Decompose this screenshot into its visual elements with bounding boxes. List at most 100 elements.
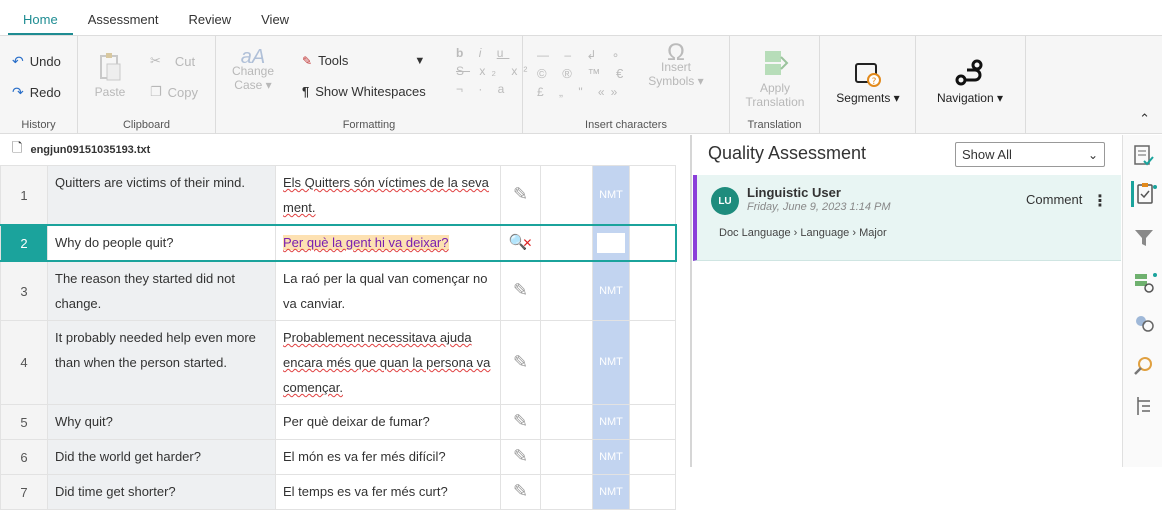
copy-button[interactable]: ❐ Copy xyxy=(150,84,198,100)
segment-number: 7 xyxy=(0,474,48,510)
avatar: LU xyxy=(711,187,739,215)
navigation-button[interactable]: Navigation ▾ xyxy=(920,58,1020,105)
insert-symbols-button[interactable]: Ω Insert Symbols ▾ xyxy=(641,39,711,89)
tab-review[interactable]: Review xyxy=(174,12,247,35)
segment-number: 4 xyxy=(0,320,48,405)
tab-assessment[interactable]: Assessment xyxy=(73,12,174,35)
target-cell[interactable]: Per què la gent hi va deixar? xyxy=(275,224,501,262)
segment-row[interactable]: 7 Did time get shorter? El temps es va f… xyxy=(0,474,676,510)
target-cell[interactable]: El temps es va fer més curt? xyxy=(275,474,501,510)
edit-icon[interactable]: ✎ xyxy=(500,474,541,510)
segment-row[interactable]: 5 Why quit? Per què deixar de fumar? ✎ N… xyxy=(0,404,676,440)
tab-home[interactable]: Home xyxy=(8,12,73,35)
edit-icon[interactable]: ✎ xyxy=(500,320,541,405)
dropdown-arrow-icon: ▼ xyxy=(414,54,426,67)
qa-item-path: Doc Language › Language › Major xyxy=(719,227,887,239)
document-check-icon[interactable] xyxy=(1131,143,1157,169)
segment-number: 6 xyxy=(0,439,48,475)
group-formatting: aA Change Case ▾ ✎ Tools ▼ ¶ Show Whites… xyxy=(216,36,527,134)
misc-format-icon: ¬ · a xyxy=(456,82,511,96)
source-cell: Did time get shorter? xyxy=(47,474,276,510)
change-case-button[interactable]: aA Change Case ▾ xyxy=(228,46,278,92)
apply-translation-icon xyxy=(765,51,789,75)
pane-splitter[interactable] xyxy=(690,135,692,467)
group-history: ↶ Undo ↷ Redo History xyxy=(0,36,78,134)
undo-button[interactable]: ↶ Undo xyxy=(12,53,61,70)
paste-button[interactable]: Paste xyxy=(90,52,130,99)
edit-icon[interactable]: ✎ xyxy=(500,260,541,321)
source-cell: It probably needed help even more than w… xyxy=(47,320,276,405)
qa-item-date: Friday, June 9, 2023 1:14 PM xyxy=(747,201,891,213)
search-icon[interactable] xyxy=(1131,353,1157,379)
more-options-icon[interactable]: ⋮ xyxy=(1092,191,1108,211)
collapse-ribbon-icon[interactable]: ⌃ xyxy=(1139,111,1150,127)
undo-icon: ↶ xyxy=(12,53,24,69)
chevron-down-icon: ▾ xyxy=(265,78,272,92)
file-icon: 🗋 xyxy=(12,140,23,155)
group-label-translation: Translation xyxy=(747,119,802,131)
mt-badge: NMT xyxy=(592,404,630,440)
group-clipboard: Paste ✂ Cut ❐ Copy Clipboard xyxy=(78,36,216,134)
source-cell: Why quit? xyxy=(47,404,276,440)
cut-button[interactable]: ✂ Cut xyxy=(150,53,195,69)
target-cell[interactable]: Probablement necessitava ajuda encara mé… xyxy=(275,320,501,405)
strike-icon: S x₂ x² xyxy=(456,64,534,78)
group-label-clipboard: Clipboard xyxy=(122,119,171,131)
redo-button[interactable]: ↷ Redo xyxy=(12,84,61,101)
side-toolbar xyxy=(1122,135,1162,467)
svg-text:?: ? xyxy=(872,77,877,87)
segment-row[interactable]: 3 The reason they started did not change… xyxy=(0,260,676,321)
qa-panel-title: Quality Assessment xyxy=(708,143,867,163)
chevron-down-icon: ⌄ xyxy=(1087,147,1098,162)
segment-row-selected[interactable]: 2 Why do people quit? Per què la gent hi… xyxy=(0,224,677,262)
mt-badge: NMT xyxy=(592,320,630,405)
text-style-buttons[interactable]: b i u S x₂ x² ¬ · a xyxy=(456,46,533,96)
qa-item-user: Linguistic User xyxy=(747,185,841,200)
mt-badge: NMT xyxy=(592,474,630,510)
tab-view[interactable]: View xyxy=(246,12,304,35)
chevron-down-icon: ▾ xyxy=(997,91,1004,105)
tools-dropdown[interactable]: ✎ Tools ▼ xyxy=(302,53,425,68)
users-icon[interactable] xyxy=(1131,311,1157,337)
tm-indicator-dot xyxy=(1153,273,1157,277)
segment-row[interactable]: 1 Quitters are victims of their mind. El… xyxy=(0,165,676,226)
segments-button[interactable]: ? Segments ▾ xyxy=(824,60,912,105)
target-text-highlight: Per què la gent hi va deixar? xyxy=(283,235,449,250)
segment-number: 5 xyxy=(0,404,48,440)
copy-icon: ❐ xyxy=(150,84,162,99)
segment-grid: 1 Quitters are victims of their mind. El… xyxy=(0,165,677,510)
chevron-down-icon: ▾ xyxy=(893,91,900,105)
group-label-insert-characters: Insert characters xyxy=(585,119,667,131)
segment-row[interactable]: 6 Did the world get harder? El món es va… xyxy=(0,439,676,475)
edit-icon[interactable]: ✎ xyxy=(500,165,541,226)
target-cell[interactable]: El món es va fer més difícil? xyxy=(275,439,501,475)
qa-error-icon[interactable]: 🔍✕ xyxy=(500,224,541,262)
apply-translation-button[interactable]: Apply Translation xyxy=(735,48,815,109)
target-cell[interactable]: La raó per la qual van començar no va ca… xyxy=(275,260,501,321)
group-label-formatting: Formatting xyxy=(342,119,396,131)
qa-item-type: Comment xyxy=(1026,192,1083,207)
target-cell[interactable]: Per què deixar de fumar? xyxy=(275,404,501,440)
target-cell[interactable]: Els Quitters són víctimes de la seva men… xyxy=(275,165,501,226)
source-cell: Why do people quit? xyxy=(47,224,276,262)
segment-row[interactable]: 4 It probably needed help even more than… xyxy=(0,320,676,405)
qa-filter-select[interactable]: Show All ⌄ xyxy=(955,142,1105,167)
ribbon-tabs: Home Assessment Review View xyxy=(0,0,1162,35)
scissors-icon: ✂ xyxy=(150,53,161,68)
segment-number: 2 xyxy=(0,224,48,262)
mt-badge xyxy=(592,224,630,262)
edit-icon[interactable]: ✎ xyxy=(500,439,541,475)
tree-structure-icon[interactable] xyxy=(1131,393,1157,419)
source-cell: The reason they started did not change. xyxy=(47,260,276,321)
source-cell: Did the world get harder? xyxy=(47,439,276,475)
change-case-icon: aA xyxy=(240,46,266,68)
filter-icon[interactable] xyxy=(1131,225,1157,251)
special-char-buttons[interactable]: — – ↲ ∘ © ® ™ € £ „ " «» xyxy=(537,48,629,99)
show-whitespaces-button[interactable]: ¶ Show Whitespaces xyxy=(302,84,426,99)
mt-badge: NMT xyxy=(592,165,630,226)
group-label-history: History xyxy=(21,119,56,131)
omega-icon: Ω xyxy=(667,39,685,66)
segment-number: 3 xyxy=(0,260,48,321)
qa-item-card[interactable]: LU Linguistic User Friday, June 9, 2023 … xyxy=(693,175,1121,261)
edit-icon[interactable]: ✎ xyxy=(500,404,541,440)
